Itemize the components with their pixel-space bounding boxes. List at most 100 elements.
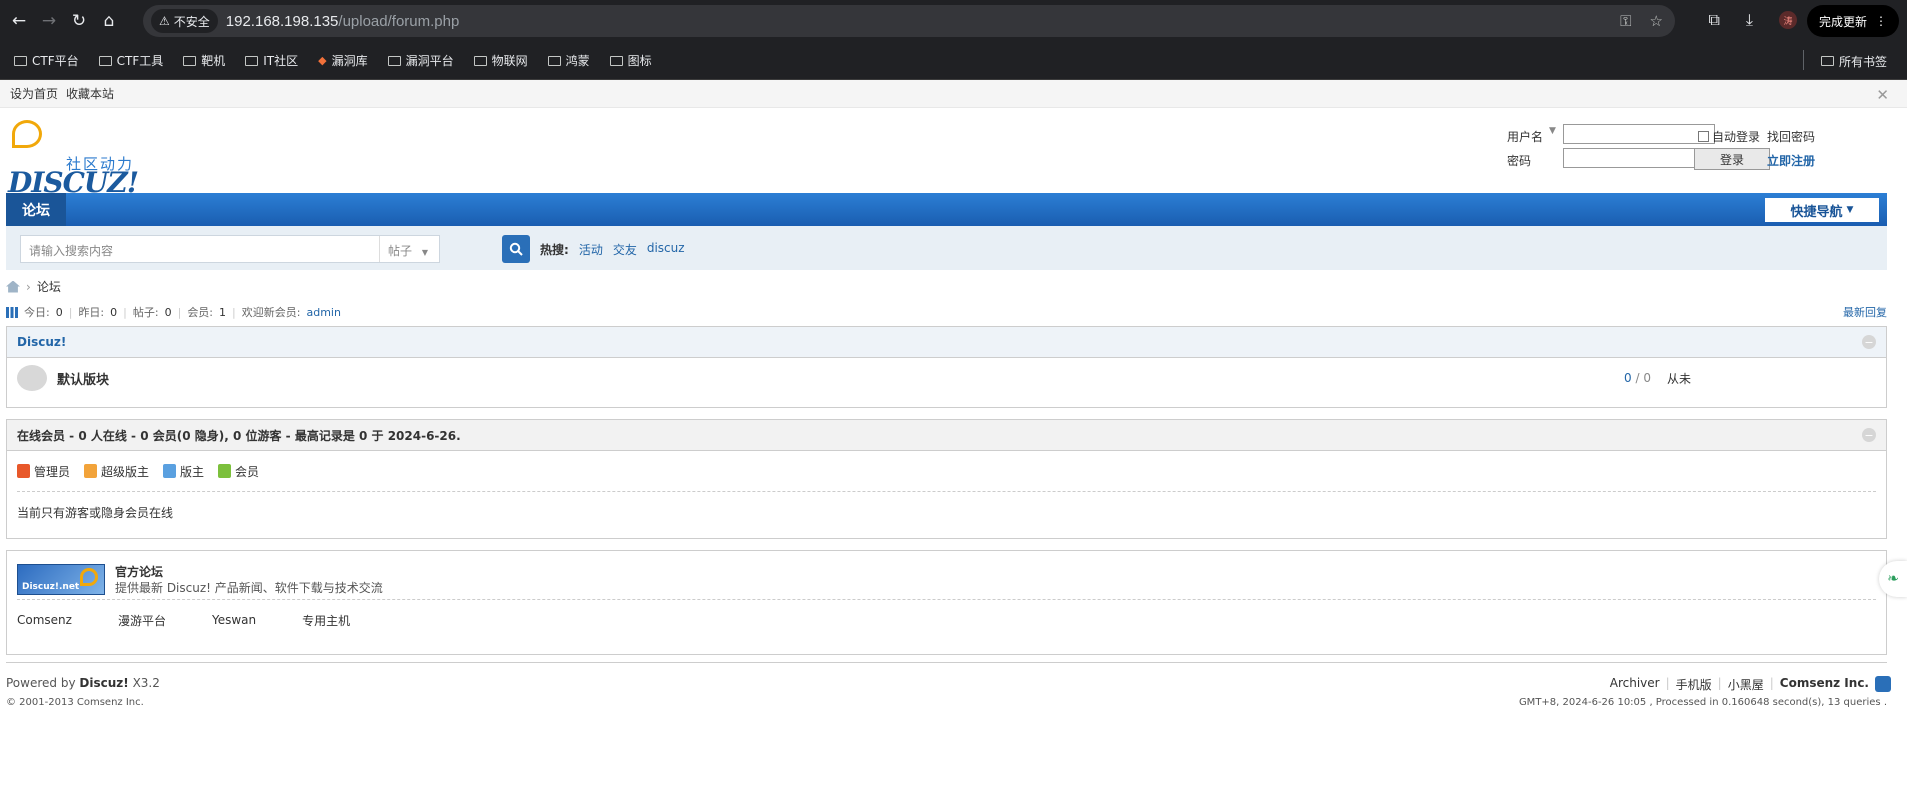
- online-box: 在线会员 - 0 人在线 - 0 会员(0 隐身), 0 位游客 - 最高记录是…: [6, 419, 1887, 539]
- bookmark-link[interactable]: ◆ 漏洞库: [312, 52, 373, 69]
- chevron-down-icon: ▼: [421, 248, 428, 257]
- bookmark-folder[interactable]: 靶机: [177, 52, 231, 69]
- chevron-right-icon: ›: [26, 279, 31, 294]
- hot-searches: 热搜: 活动 交友 discuz: [540, 241, 685, 258]
- security-badge-icon[interactable]: [1875, 676, 1891, 692]
- folder-icon: [473, 55, 487, 66]
- close-icon[interactable]: ✕: [1876, 86, 1889, 104]
- forward-icon[interactable]: →: [38, 10, 60, 32]
- forum-counts: 0 / 0: [1624, 371, 1651, 385]
- bookmark-folder[interactable]: 图标: [604, 52, 658, 69]
- download-icon[interactable]: ⤓: [1746, 10, 1753, 30]
- collapse-icon[interactable]: −: [1862, 335, 1876, 349]
- last-post: 从未: [1667, 371, 1692, 386]
- site-favicon-icon: ◆: [318, 54, 327, 67]
- discuz-net-banner[interactable]: Discuz!.net: [17, 564, 105, 595]
- hot-search-link[interactable]: 交友: [613, 241, 637, 258]
- find-password-link[interactable]: 找回密码: [1767, 128, 1815, 145]
- home-icon[interactable]: [6, 280, 20, 293]
- friend-link[interactable]: Comsenz: [17, 613, 72, 627]
- checkbox-box[interactable]: [1698, 131, 1709, 142]
- menu-icon: ⋮: [1875, 14, 1887, 28]
- username-label: 用户名: [1507, 130, 1544, 144]
- reload-icon[interactable]: ↻: [68, 10, 90, 32]
- star-icon[interactable]: ☆: [1650, 12, 1663, 30]
- friend-link[interactable]: 漫游平台: [118, 612, 166, 629]
- main-nav: 论坛 快捷导航 ▼: [6, 193, 1887, 226]
- username-input[interactable]: [1563, 124, 1715, 144]
- back-icon[interactable]: ←: [8, 10, 30, 32]
- bookmark-folder[interactable]: CTF工具: [93, 52, 170, 69]
- nav-forum-tab[interactable]: 论坛: [6, 193, 66, 226]
- bookmark-folder[interactable]: CTF平台: [8, 52, 85, 69]
- site-header: 社区动力 DISCUZ! 用户名 ▼ 自动登录 找回密码 密码 登录 立即注册: [0, 108, 1907, 199]
- chevron-down-icon: ▼: [1846, 205, 1854, 215]
- home-icon[interactable]: ⌂: [98, 10, 120, 32]
- login-button[interactable]: 登录: [1694, 148, 1770, 170]
- bookmark-folder[interactable]: IT社区: [239, 52, 304, 69]
- folder-icon: [1820, 56, 1834, 66]
- official-forum-title[interactable]: 官方论坛: [115, 563, 163, 580]
- folder-icon: [245, 55, 259, 66]
- auto-login-checkbox[interactable]: 自动登录: [1698, 128, 1760, 145]
- logo-bubble-icon: [12, 120, 42, 148]
- chevron-down-icon[interactable]: ▼: [1549, 126, 1556, 136]
- folder-icon: [547, 55, 561, 66]
- breadcrumb-forum[interactable]: 论坛: [37, 278, 61, 295]
- breadcrumb: › 论坛: [6, 278, 61, 295]
- hot-search-link[interactable]: 活动: [579, 241, 603, 258]
- insecure-badge[interactable]: ⚠ 不安全: [151, 9, 218, 33]
- search-input[interactable]: 请输入搜索内容 帖子 ▼: [20, 235, 440, 263]
- powered-by: Powered by Discuz! X3.2: [6, 676, 160, 690]
- moderator-icon: [163, 464, 177, 478]
- set-home-link[interactable]: 设为首页: [10, 85, 58, 102]
- extensions-icon[interactable]: ⧉: [1708, 10, 1719, 30]
- register-link[interactable]: 立即注册: [1767, 152, 1815, 169]
- collapse-icon[interactable]: −: [1862, 428, 1876, 442]
- discuz-link[interactable]: Discuz!: [79, 676, 128, 690]
- friend-link[interactable]: Yeswan: [212, 613, 256, 627]
- forum-name[interactable]: 默认版块: [57, 369, 109, 388]
- hot-search-link[interactable]: discuz: [647, 241, 685, 258]
- password-label: 密码: [1507, 154, 1532, 168]
- online-title[interactable]: 在线会员 - 0 人在线 - 0 会员(0 隐身), 0 位游客 - 最高记录是…: [7, 420, 1886, 451]
- address-bar[interactable]: ⚠ 不安全 192.168.198.135/upload/forum.php ⚿ …: [143, 5, 1675, 37]
- all-bookmarks[interactable]: 所有书签: [1815, 42, 1893, 80]
- archiver-link[interactable]: Archiver: [1610, 676, 1660, 693]
- search-icon: [509, 242, 523, 256]
- official-forum-desc: 提供最新 Discuz! 产品新闻、软件下载与技术交流: [115, 581, 383, 595]
- site-topbar: 设为首页 收藏本站: [0, 80, 1907, 108]
- browser-toolbar: ← → ↻ ⌂ ⚠ 不安全 192.168.198.135/upload/foru…: [0, 0, 1907, 42]
- key-icon[interactable]: ⚿: [1620, 12, 1631, 30]
- bookmark-site-link[interactable]: 收藏本站: [66, 85, 114, 102]
- password-input[interactable]: [1563, 148, 1715, 168]
- discuz-logo[interactable]: 社区动力 DISCUZ!: [6, 118, 139, 199]
- search-type-select[interactable]: 帖子 ▼: [379, 236, 439, 262]
- forum-row[interactable]: 默认版块 0 / 0 从未: [7, 358, 1886, 398]
- newest-member-link[interactable]: admin: [306, 306, 340, 319]
- warning-icon: ⚠: [159, 14, 170, 28]
- bookmark-folder[interactable]: 漏洞平台: [382, 52, 460, 69]
- category-title[interactable]: Discuz!: [7, 327, 1886, 358]
- footer-divider: [6, 662, 1887, 663]
- member-legend: 管理员 超级版主 版主 会员: [7, 451, 1886, 491]
- official-link[interactable]: Discuz!.net 官方论坛 提供最新 Discuz! 产品新闻、软件下载与…: [7, 551, 1886, 599]
- folder-icon: [98, 55, 112, 66]
- blackroom-link[interactable]: 小黑屋: [1728, 676, 1764, 693]
- category-box: Discuz! − 默认版块 0 / 0 从未: [6, 326, 1887, 408]
- latest-reply-link[interactable]: 最新回复: [1843, 304, 1887, 320]
- search-button[interactable]: [502, 235, 530, 263]
- friend-link[interactable]: 专用主机: [302, 612, 350, 629]
- floating-leaf-icon[interactable]: ❧: [1879, 561, 1907, 597]
- quick-nav-button[interactable]: 快捷导航 ▼: [1765, 198, 1879, 222]
- bookmark-folder[interactable]: 物联网: [468, 52, 534, 69]
- text-links: Comsenz 漫游平台 Yeswan 专用主机: [7, 600, 1886, 640]
- bookmark-folder[interactable]: 鸿蒙: [542, 52, 596, 69]
- update-button[interactable]: 完成更新 ⋮: [1806, 5, 1899, 37]
- copyright: © 2001-2013 Comsenz Inc.: [6, 697, 144, 708]
- profile-avatar[interactable]: 涛: [1779, 11, 1797, 29]
- url-text[interactable]: 192.168.198.135/upload/forum.php: [226, 13, 460, 30]
- mobile-link[interactable]: 手机版: [1676, 676, 1712, 693]
- footer-links: Archiver | 手机版 | 小黑屋 | Comsenz Inc.: [1609, 676, 1869, 693]
- comsenz-link[interactable]: Comsenz Inc.: [1780, 676, 1869, 693]
